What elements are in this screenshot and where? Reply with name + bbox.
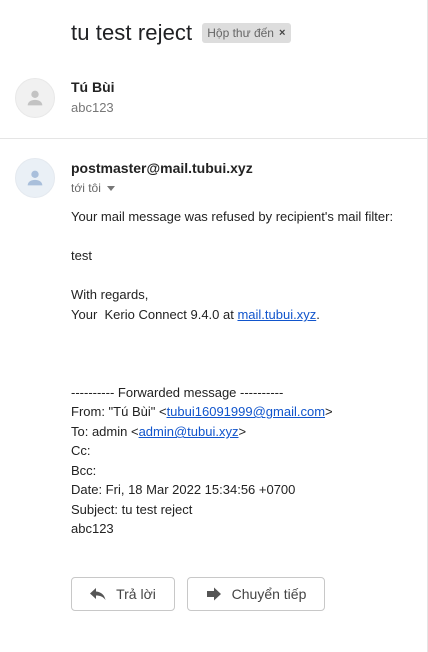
avatar	[15, 78, 55, 118]
forwarded-to: To: admin <admin@tubui.xyz>	[71, 422, 246, 442]
message-snippet[interactable]: abc123	[71, 100, 114, 115]
remove-label-icon[interactable]: ×	[279, 27, 285, 39]
from-prefix: From: "Tú Bùi" <	[71, 404, 167, 419]
forwarded-subject: Subject: tu test reject	[71, 502, 193, 517]
from-suffix: >	[325, 404, 333, 419]
signature-line: Your Kerio Connect 9.4.0 at mail.tubui.x…	[71, 305, 320, 325]
forward-label: Chuyển tiếp	[231, 586, 307, 602]
recipient-details[interactable]: tới tôi	[71, 181, 115, 195]
forwarded-date: Date: Fri, 18 Mar 2022 15:34:56 +0700	[71, 482, 296, 497]
sender-email[interactable]: postmaster@mail.tubui.xyz	[71, 160, 253, 176]
inbox-label-text: Hộp thư đến	[207, 26, 274, 40]
forwarded-cc: Cc:	[71, 443, 91, 458]
reply-button[interactable]: Trả lời	[71, 577, 175, 611]
forward-button[interactable]: Chuyển tiếp	[187, 577, 325, 611]
to-suffix: >	[238, 424, 247, 439]
body-line: With regards,	[71, 287, 149, 302]
server-link[interactable]: mail.tubui.xyz	[237, 307, 316, 322]
avatar	[15, 158, 55, 198]
divider	[0, 138, 428, 139]
chevron-down-icon[interactable]	[106, 185, 115, 191]
forwarded-header: ---------- Forwarded message ----------	[71, 385, 284, 400]
signature-suffix: .	[316, 307, 320, 322]
body-line: test	[71, 248, 92, 263]
inbox-label-chip[interactable]: Hộp thư đến ×	[202, 23, 292, 43]
body-line: Your mail message was refused by recipie…	[71, 209, 394, 224]
reply-label: Trả lời	[116, 586, 156, 602]
to-prefix: To: admin <	[71, 424, 139, 439]
reply-icon	[90, 587, 106, 601]
recipient-label: tới tôi	[71, 181, 101, 195]
forwarded-bcc: Bcc:	[71, 463, 97, 478]
to-email-link[interactable]: admin@tubui.xyz	[139, 424, 239, 439]
person-icon	[27, 170, 43, 186]
forward-icon	[206, 587, 222, 601]
thread-subject: tu test reject	[71, 20, 193, 45]
subject-row: tu test reject Hộp thư đến ×	[71, 20, 292, 46]
person-icon	[27, 90, 43, 106]
from-email-link[interactable]: tubui16091999@gmail.com	[167, 404, 325, 419]
forwarded-from: From: "Tú Bùi" <tubui16091999@gmail.com>	[71, 402, 333, 422]
signature-text: Your Kerio Connect 9.4.0 at	[71, 307, 238, 322]
sender-name[interactable]: Tú Bùi	[71, 79, 115, 95]
forwarded-body: abc123	[71, 521, 114, 536]
